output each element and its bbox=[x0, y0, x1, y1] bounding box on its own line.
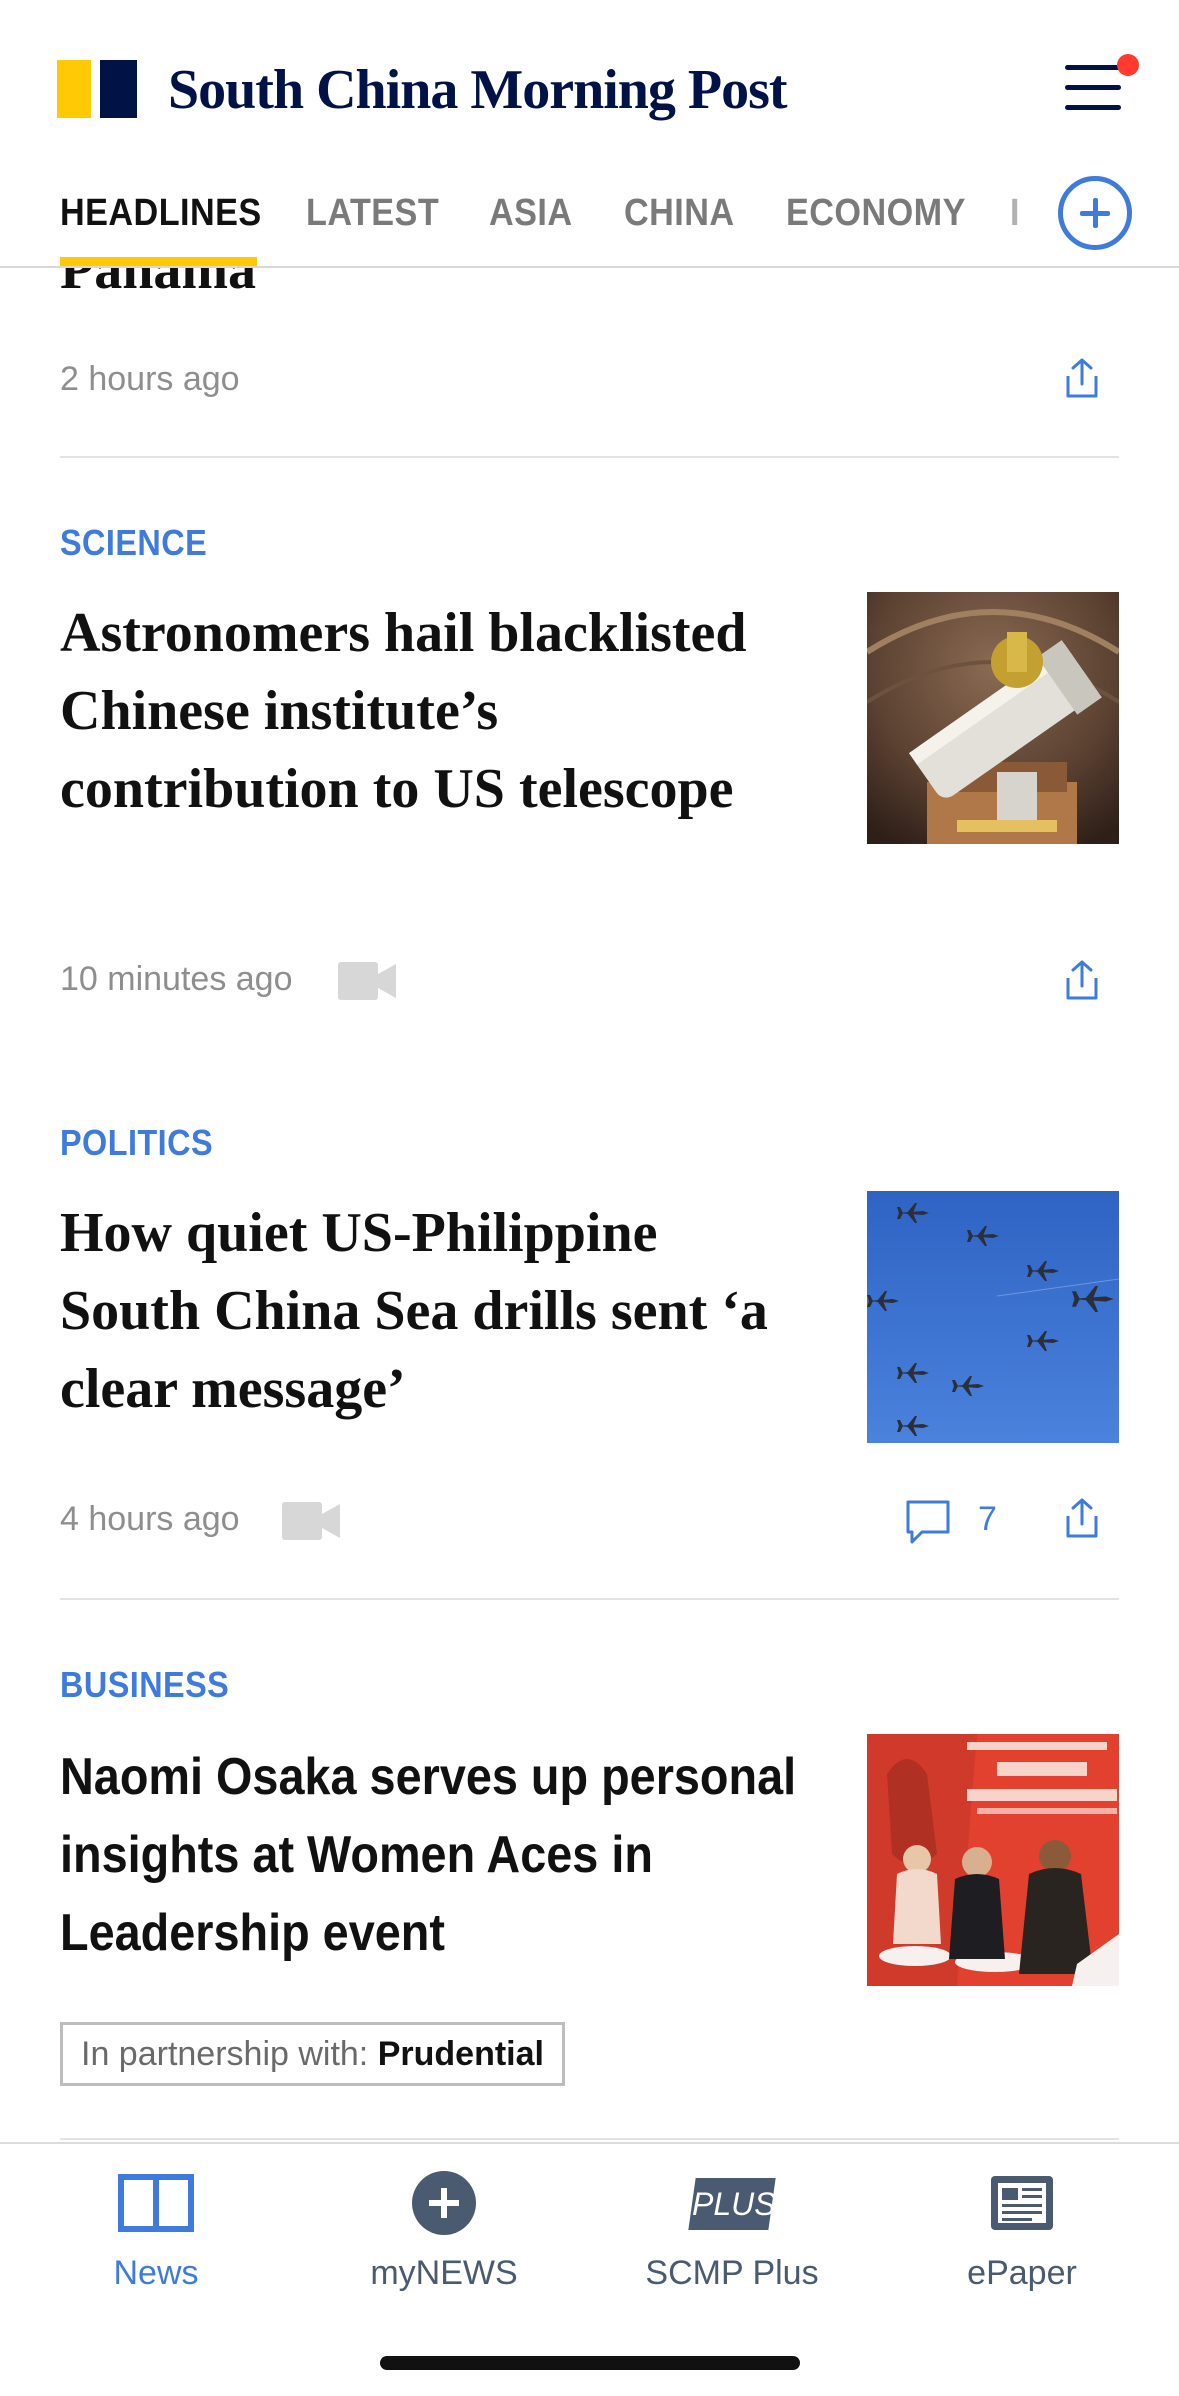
jets-thumbnail[interactable] bbox=[867, 1191, 1119, 1443]
plus-circle-icon bbox=[412, 2171, 476, 2235]
tab-headlines[interactable]: HEADLINES bbox=[60, 192, 262, 235]
nav-news[interactable]: News bbox=[56, 2174, 256, 2314]
share-icon[interactable] bbox=[1062, 958, 1102, 1002]
nav-label: News bbox=[113, 2254, 199, 2292]
article-title[interactable]: Astronomers hail blacklisted Chinese ins… bbox=[60, 594, 800, 828]
article-time: 10 minutes ago bbox=[60, 960, 293, 998]
nav-label: SCMP Plus bbox=[645, 2254, 819, 2292]
share-icon[interactable] bbox=[1062, 1496, 1102, 1540]
app-header: South China Morning Post HEADLINES LATES… bbox=[0, 0, 1179, 268]
telescope-thumbnail[interactable] bbox=[867, 592, 1119, 844]
scmp-logo-icon[interactable] bbox=[57, 60, 137, 118]
comment-icon[interactable] bbox=[904, 1498, 952, 1546]
home-indicator[interactable] bbox=[380, 2356, 800, 2370]
nav-label: myNEWS bbox=[370, 2254, 518, 2292]
section-tabs: HEADLINES LATEST ASIA CHINA ECONOMY I bbox=[0, 180, 1179, 268]
article-title[interactable]: Naomi Osaka serves up personal insights … bbox=[60, 1738, 807, 1972]
article-feed: Panama 2 hours ago SCIENCE Astronomers h… bbox=[0, 0, 1179, 2396]
logo-text[interactable]: South China Morning Post bbox=[168, 58, 788, 122]
partner-label: In partnership with: bbox=[81, 2035, 369, 2073]
sponsor-badge: In partnership with: Prudential bbox=[60, 2022, 565, 2086]
article-time: 2 hours ago bbox=[60, 360, 240, 398]
divider bbox=[60, 1598, 1119, 1600]
header-divider bbox=[0, 266, 1179, 268]
book-icon bbox=[118, 2174, 194, 2232]
nav-mynews[interactable]: myNEWS bbox=[344, 2171, 544, 2314]
plus-badge-icon: PLUS bbox=[688, 2178, 776, 2230]
tab-latest[interactable]: LATEST bbox=[306, 192, 439, 235]
add-section-icon[interactable] bbox=[1058, 176, 1132, 250]
video-icon bbox=[282, 1502, 340, 1540]
section-label[interactable]: POLITICS bbox=[60, 1122, 213, 1164]
notification-dot bbox=[1117, 54, 1139, 76]
event-thumbnail[interactable] bbox=[867, 1734, 1119, 1986]
tab-asia[interactable]: ASIA bbox=[489, 192, 573, 235]
article-time: 4 hours ago bbox=[60, 1500, 240, 1538]
tab-economy[interactable]: ECONOMY bbox=[786, 192, 966, 235]
video-icon bbox=[338, 962, 396, 1000]
article-title[interactable]: How quiet US-Philippine South China Sea … bbox=[60, 1194, 800, 1428]
section-label[interactable]: SCIENCE bbox=[60, 522, 207, 564]
comment-count[interactable]: 7 bbox=[978, 1500, 997, 1539]
hamburger-menu-icon[interactable] bbox=[1065, 65, 1121, 111]
divider bbox=[60, 456, 1119, 458]
newspaper-icon bbox=[991, 2176, 1053, 2230]
section-label[interactable]: BUSINESS bbox=[60, 1664, 229, 1706]
tab-fade bbox=[990, 180, 1050, 266]
divider bbox=[60, 2138, 1119, 2140]
share-icon[interactable] bbox=[1062, 356, 1102, 400]
nav-label: ePaper bbox=[967, 2254, 1077, 2292]
nav-epaper[interactable]: ePaper bbox=[922, 2174, 1122, 2314]
tab-china[interactable]: CHINA bbox=[624, 192, 735, 235]
nav-scmp-plus[interactable]: PLUS SCMP Plus bbox=[632, 2174, 832, 2314]
partner-name: Prudential bbox=[377, 2035, 544, 2073]
